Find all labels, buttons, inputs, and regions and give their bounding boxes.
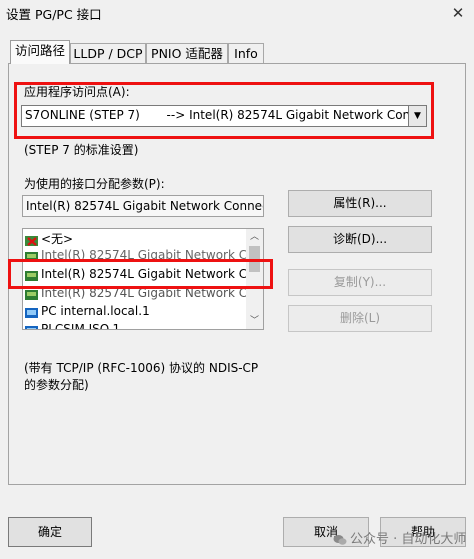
interface-value: Intel(R) 82574L Gigabit Network Connect	[26, 199, 264, 213]
note-line-2: 的参数分配)	[24, 378, 89, 392]
list-item[interactable]: PC internal.local.1	[25, 302, 150, 320]
close-icon[interactable]: ✕	[446, 2, 470, 24]
wechat-icon	[333, 534, 347, 546]
highlight-access-point	[14, 82, 434, 139]
none-icon	[25, 234, 39, 246]
note-line-1: (带有 TCP/IP (RFC-1006) 协议的 NDIS-CP	[24, 361, 259, 375]
properties-button[interactable]: 属性(R)...	[288, 190, 432, 217]
interface-label: 为使用的接口分配参数(P):	[24, 177, 165, 191]
tab-info[interactable]: Info	[228, 43, 264, 63]
description-note: (带有 TCP/IP (RFC-1006) 协议的 NDIS-CP 的参数分配)	[24, 360, 258, 394]
watermark-text: 公众号 · 自动化大师	[350, 532, 467, 547]
delete-button[interactable]: 删除(L)	[288, 305, 432, 332]
access-point-hint: (STEP 7 的标准设置)	[24, 143, 139, 157]
ok-button[interactable]: 确定	[8, 517, 92, 547]
watermark: 公众号 · 自动化大师	[333, 528, 466, 547]
diagnostics-button[interactable]: 诊断(D)...	[288, 226, 432, 253]
tab-access-path[interactable]: 访问路径	[10, 40, 70, 64]
copy-button[interactable]: 复制(Y)...	[288, 269, 432, 296]
tab-pnio-adapter[interactable]: PNIO 适配器	[146, 43, 228, 63]
scroll-down-icon[interactable]: ﹀	[246, 313, 263, 329]
tab-lldp-dcp[interactable]: LLDP / DCP	[70, 43, 146, 63]
network-card-icon	[25, 288, 39, 300]
highlight-selected-interface	[8, 259, 273, 289]
window-title: 设置 PG/PC 接口	[6, 7, 102, 22]
scroll-up-icon[interactable]: ︿	[246, 229, 263, 245]
list-item[interactable]: PLCSIM.ISO.1	[25, 320, 120, 329]
interface-field: Intel(R) 82574L Gigabit Network Connect	[22, 195, 264, 217]
pc-internal-icon	[25, 306, 39, 318]
plcsim-icon	[25, 324, 39, 329]
